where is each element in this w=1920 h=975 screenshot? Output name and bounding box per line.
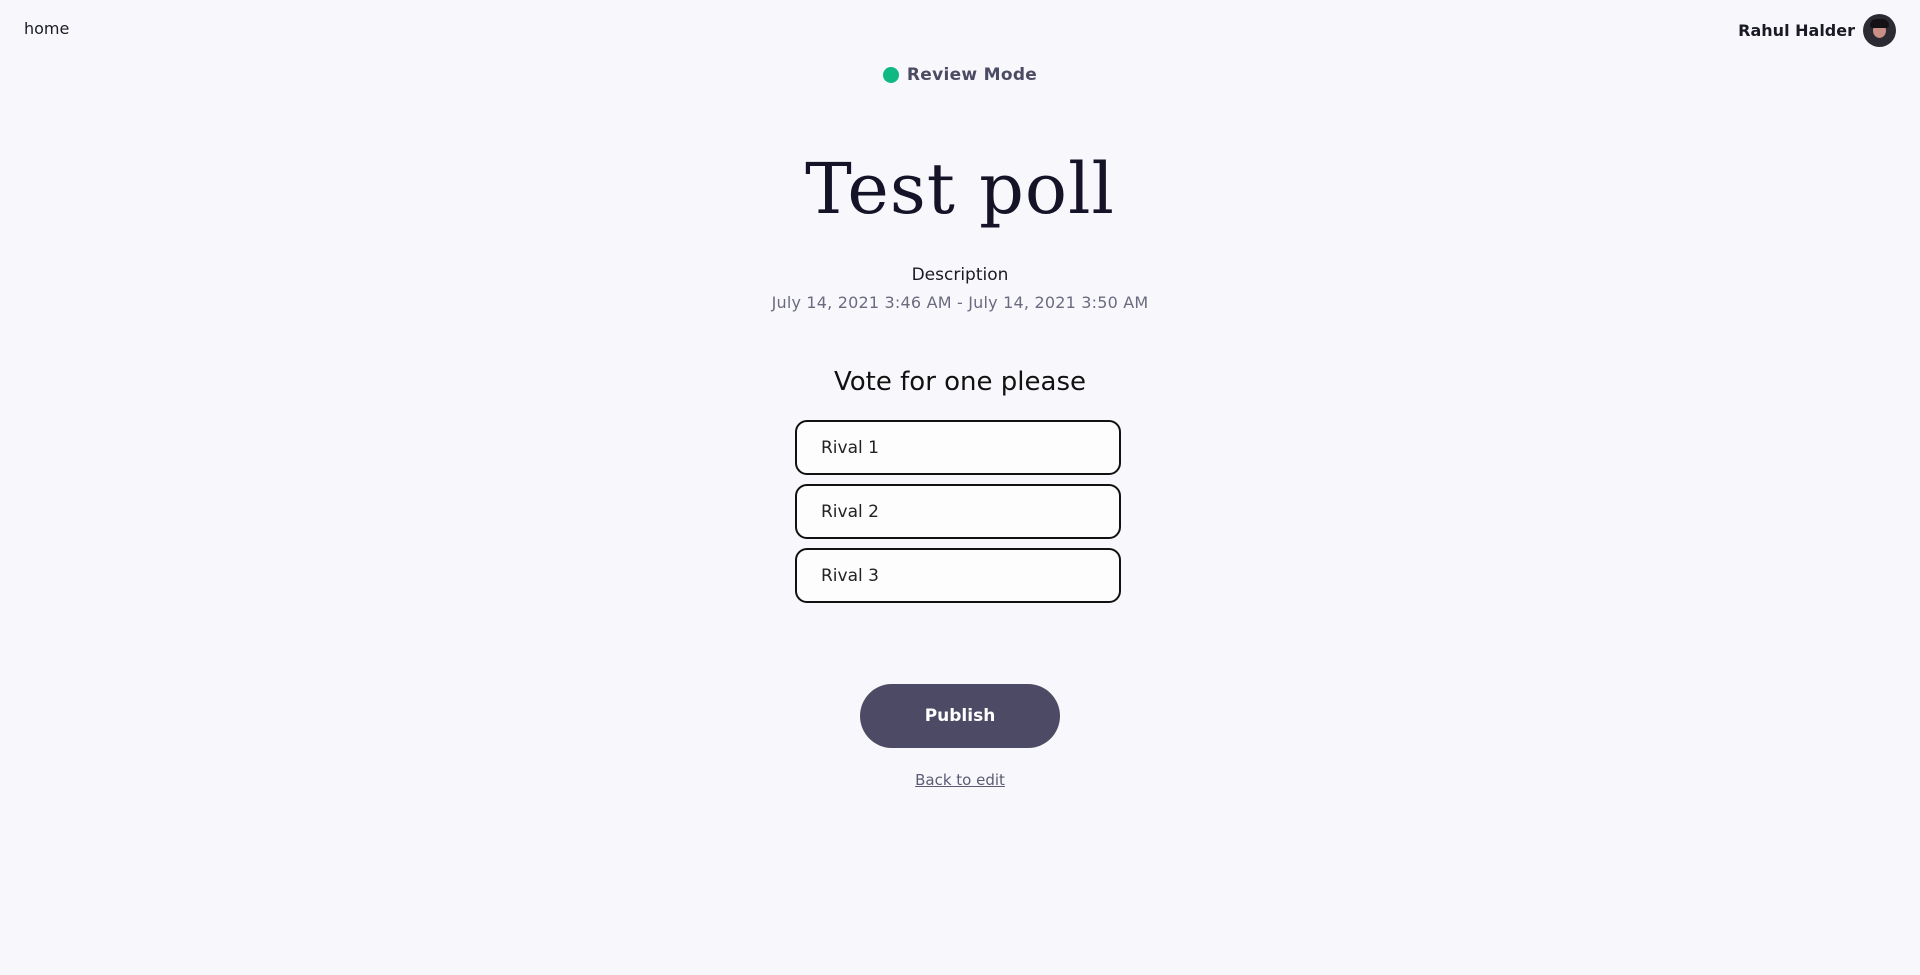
poll-date-range: July 14, 2021 3:46 AM - July 14, 2021 3:… (771, 293, 1149, 312)
user-name: Rahul Halder (1738, 21, 1855, 40)
home-link[interactable]: home (24, 19, 69, 38)
mode-label: Review Mode (906, 65, 1038, 85)
user-menu[interactable]: Rahul Halder (1738, 14, 1896, 47)
poll-title: Test poll (805, 148, 1115, 230)
back-to-edit-link[interactable]: Back to edit (915, 771, 1005, 789)
poll-option[interactable]: Rival 3 (795, 548, 1121, 603)
vote-prompt: Vote for one please (834, 367, 1086, 397)
poll-description: Description (911, 265, 1009, 285)
review-mode-indicator: Review Mode (0, 65, 1920, 85)
avatar-hair (1870, 19, 1889, 28)
poll-options: Rival 1 Rival 2 Rival 3 (795, 420, 1121, 603)
poll-review-page: home Rahul Halder Review Mode Test poll … (0, 0, 1920, 975)
publish-button[interactable]: Publish (860, 684, 1060, 748)
poll-option[interactable]: Rival 1 (795, 420, 1121, 475)
back-link-container: Back to edit (0, 770, 1920, 789)
avatar[interactable] (1863, 14, 1896, 47)
status-dot-icon (882, 67, 899, 83)
poll-option[interactable]: Rival 2 (795, 484, 1121, 539)
